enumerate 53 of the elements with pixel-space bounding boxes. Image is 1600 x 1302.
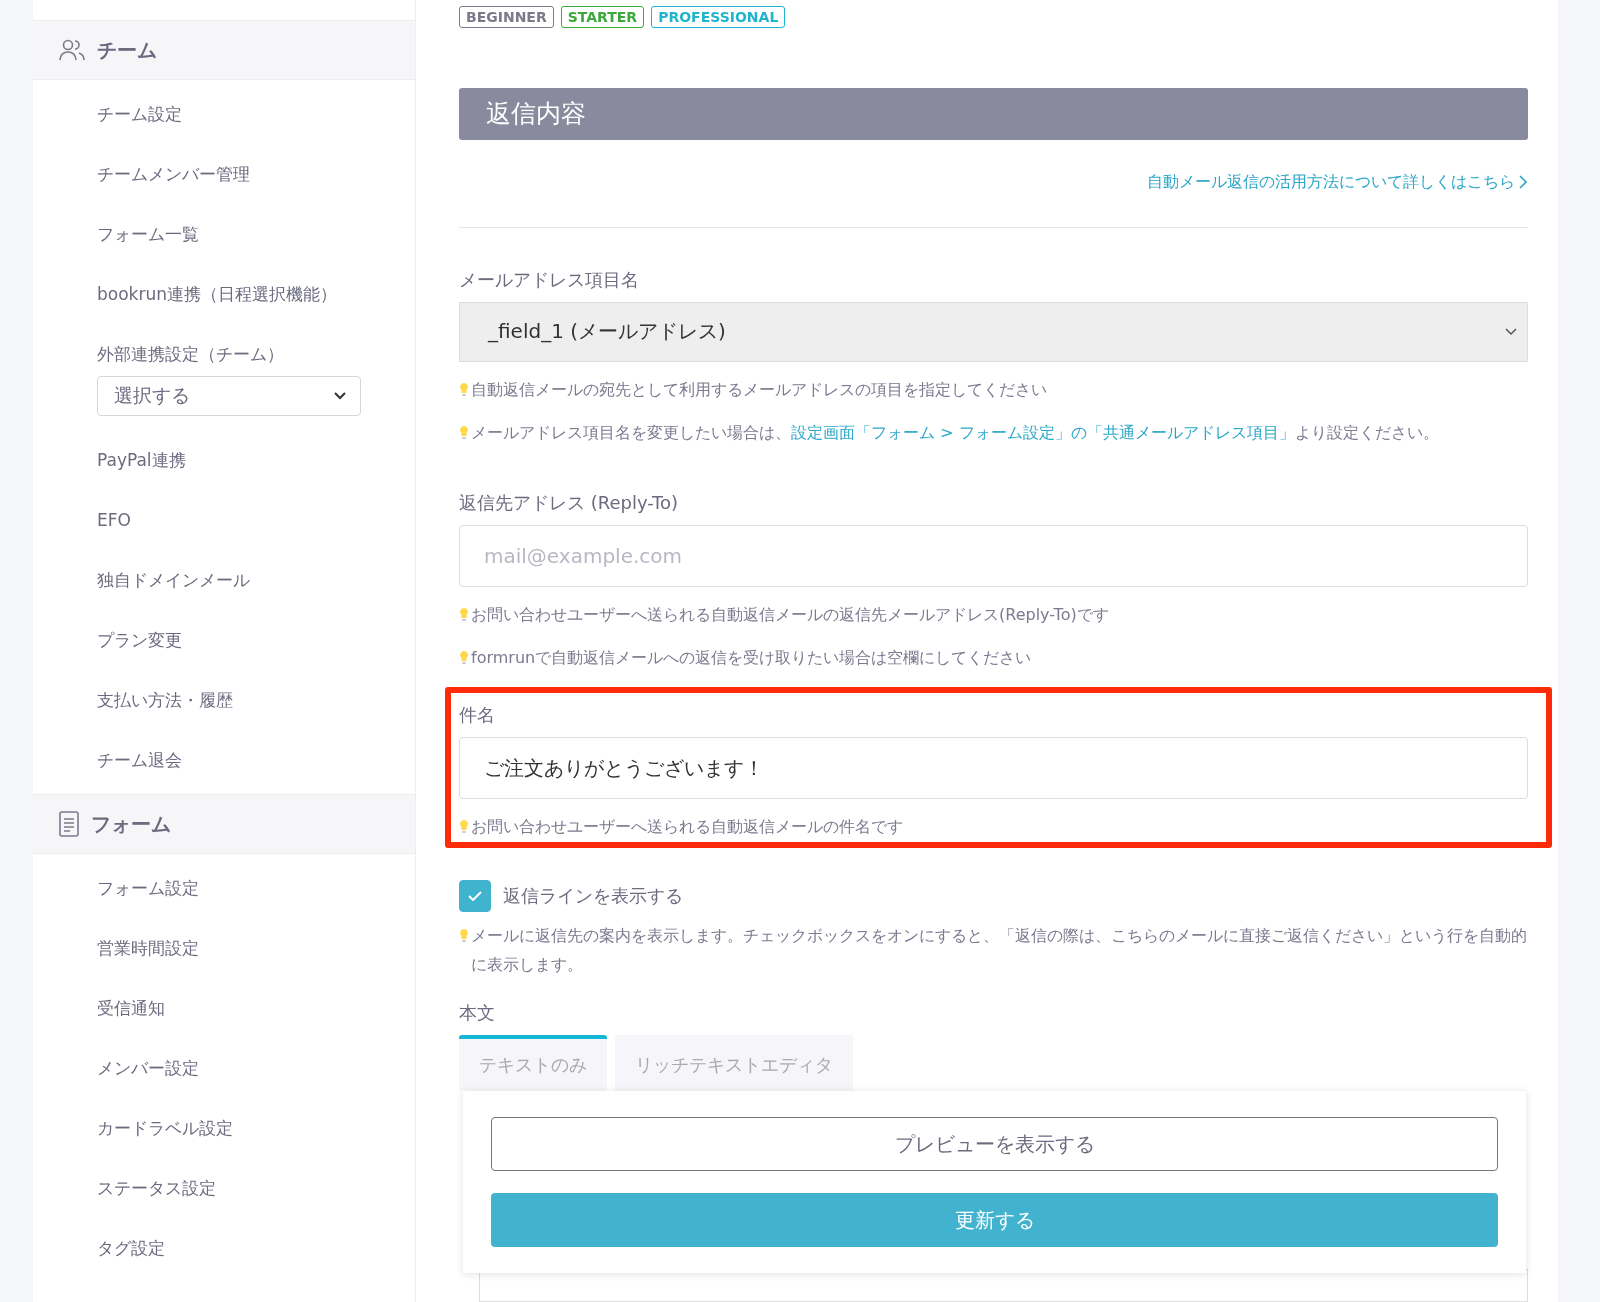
lightbulb-icon (459, 424, 469, 441)
sidebar-item[interactable]: 営業時間設定 (97, 918, 415, 978)
lightbulb-icon (459, 819, 469, 836)
select-field[interactable]: _field_1 (メールアドレス) (459, 301, 1528, 362)
field-label: 返信先アドレス (Reply-To) (459, 491, 680, 516)
plan-badge: STARTER (560, 6, 645, 28)
chevron-down-icon (334, 392, 346, 400)
hint-text: formrunで自動返信メールへの返信を受け取りたい場合は空欄にしてください (471, 647, 1033, 670)
preview-button[interactable]: プレビューを表示する (491, 1117, 1498, 1172)
sidebar-item[interactable]: フォーム一覧 (97, 204, 415, 264)
sidebar-item[interactable]: PayPal連携 (97, 430, 415, 490)
select-dropdown[interactable]: 選択する (97, 376, 361, 416)
plan-badge: BEGINNER (459, 6, 554, 28)
hint-text: メールに返信先の案内を表示します。チェックボックスをオンにすると、「返信の際は、こちらのメールに直接ご返信ください」という行を自動的に表示します。 (471, 924, 1528, 976)
document-icon (59, 811, 79, 837)
sidebar-item[interactable]: プラン変更 (97, 610, 415, 670)
sidebar-item[interactable]: メンバー設定 (97, 1038, 415, 1098)
sidebar-item[interactable]: チームメンバー管理 (97, 144, 415, 204)
chevron-right-icon (1519, 175, 1528, 190)
field-label: 件名 (459, 703, 496, 728)
field-label: 本文 (459, 1001, 496, 1026)
checkbox[interactable] (459, 879, 491, 912)
lightbulb-icon (459, 381, 469, 398)
input-field[interactable]: ご注文ありがとうございます！ (459, 737, 1528, 800)
people-icon (59, 39, 85, 61)
sidebar-item[interactable]: カードラベル設定 (97, 1098, 415, 1158)
section-title: チーム (97, 36, 157, 64)
section-title: フォーム (91, 810, 171, 838)
sidebar-item[interactable]: 独自ドメインメール (97, 550, 415, 610)
section-header: 返信内容 (459, 88, 1528, 140)
hint-text: 自動返信メールの宛先として利用するメールアドレスの項目を指定してください (471, 378, 1048, 401)
sidebar-item[interactable]: 受信通知 (97, 978, 415, 1038)
lightbulb-icon (459, 607, 469, 624)
sidebar-item[interactable]: EFO (97, 490, 415, 550)
field-label: メールアドレス項目名 (459, 267, 640, 292)
hint-text: メールアドレス項目名を変更したい場合は、設定画面「フォーム > フォーム設定」の「共通メールアドレス項目」より設定ください。 (471, 421, 1440, 444)
checkmark-icon (468, 890, 482, 901)
checkbox-label: 返信ラインを表示する (503, 883, 683, 908)
hint-text: お問い合わせユーザーへ送られる自動返信メールの返信先メールアドレス(Reply-To)です (471, 604, 1110, 627)
lightbulb-icon (459, 927, 469, 944)
plan-badge: PROFESSIONAL (651, 6, 786, 28)
sidebar-item[interactable]: フォーム設定 (97, 858, 415, 918)
hint-text: お問い合わせユーザーへ送られる自動返信メールの件名です (471, 816, 904, 839)
chevron-down-icon (1505, 327, 1517, 336)
sidebar-item[interactable]: チーム設定 (97, 84, 415, 144)
sidebar-item[interactable]: bookrun連携（日程選択機能） (97, 264, 415, 324)
sidebar-item[interactable]: タグ設定 (97, 1218, 415, 1278)
lightbulb-icon (459, 650, 469, 667)
sidebar-item[interactable]: チーム退会 (97, 730, 415, 790)
help-link[interactable]: 自動メール返信の活用方法について詳しくはこちら (1147, 171, 1528, 193)
sidebar-item[interactable]: ステータス設定 (97, 1158, 415, 1218)
settings-link[interactable]: 設定画面「フォーム > フォーム設定」の「共通メールアドレス項目」 (791, 422, 1295, 442)
sidebar-item[interactable]: 支払い方法・履歴 (97, 670, 415, 730)
